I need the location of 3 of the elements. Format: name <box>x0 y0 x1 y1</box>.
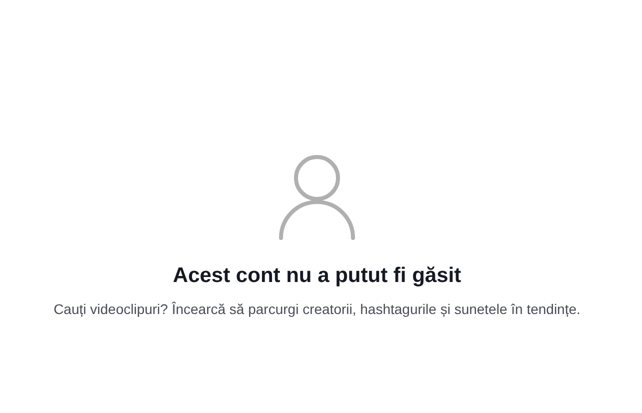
empty-state-description: Cauți videoclipuri? Încearcă să parcurgi creatorii, hashtagurile și sunetele în tendințe. <box>54 300 580 319</box>
user-icon <box>278 155 356 241</box>
empty-state-title: Acest cont nu a putut fi găsit <box>172 263 462 289</box>
